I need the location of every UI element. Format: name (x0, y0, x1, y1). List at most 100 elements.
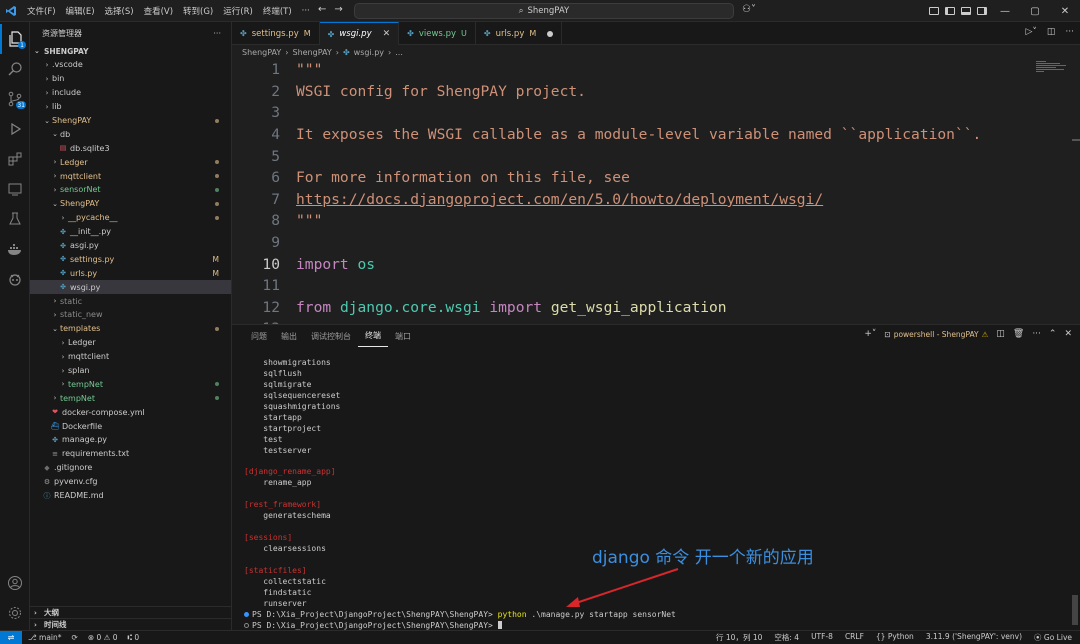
panel-tab[interactable]: 调试控制台 (304, 325, 358, 347)
terminal-scrollbar[interactable] (1072, 595, 1078, 625)
explorer-icon[interactable]: 1 (0, 24, 30, 54)
folder-item[interactable]: › Ledger (30, 336, 231, 350)
folder-item[interactable]: › Ledger (30, 155, 231, 169)
problems-status[interactable]: ⊗ 0 ⚠ 0 (88, 633, 118, 642)
settings-gear-icon[interactable] (0, 598, 30, 628)
minimap[interactable] (1036, 61, 1070, 73)
file-item[interactable]: ✤ manage.py (30, 433, 231, 447)
folder-item[interactable]: › __pycache__ (30, 211, 231, 225)
outline-section[interactable]: › 大纲 (30, 606, 232, 618)
tab-settings-py[interactable]: ✤ settings.py M (232, 22, 320, 45)
folder-item[interactable]: › mqttclient (30, 169, 231, 183)
editor-scrollbar[interactable] (1072, 139, 1080, 141)
file-item[interactable]: ≡ requirements.txt (30, 447, 231, 461)
code-token[interactable]: https://docs.djangoproject.com/en/5.0/ho… (296, 191, 823, 208)
close-window-button[interactable]: ✕ (1050, 0, 1080, 22)
menu-item[interactable]: 终端(T) (258, 5, 297, 17)
close-tab-icon[interactable]: ✕ (383, 29, 391, 39)
unsaved-dot-icon[interactable] (547, 30, 554, 37)
indentation[interactable]: 空格: 4 (774, 632, 799, 643)
account-icon[interactable] (0, 568, 30, 598)
close-panel-icon[interactable]: ✕ (1064, 329, 1072, 339)
go-live-button[interactable]: ⦿ Go Live (1034, 632, 1072, 643)
branch-status[interactable]: ⎇ main* (28, 633, 62, 642)
folder-item[interactable]: › .vscode (30, 58, 231, 72)
minimize-button[interactable]: — (990, 0, 1020, 22)
folder-item[interactable]: › tempNet (30, 391, 231, 405)
file-item[interactable]: ✤ urls.py M (30, 266, 231, 280)
file-item[interactable]: ✤ wsgi.py (30, 280, 231, 295)
breadcrumb-item[interactable]: ShengPAY (292, 48, 331, 57)
python-interpreter[interactable]: 3.11.9 ('ShengPAY': venv) (926, 632, 1022, 643)
menu-item[interactable]: 运行(R) (218, 5, 258, 17)
encoding[interactable]: UTF-8 (811, 632, 833, 643)
menu-item[interactable]: 选择(S) (100, 5, 139, 17)
copilot-chat-icon[interactable] (0, 264, 30, 294)
folder-item[interactable]: › splan (30, 364, 231, 378)
menu-item[interactable]: 编辑(E) (61, 5, 100, 17)
folder-item[interactable]: › bin (30, 72, 231, 86)
folder-item[interactable]: › static_new (30, 308, 231, 322)
maximize-panel-icon[interactable]: ⌃ (1049, 329, 1057, 339)
breadcrumb-item[interactable]: ... (395, 48, 403, 57)
timeline-section[interactable]: › 时间线 (30, 618, 232, 630)
panel-tab[interactable]: 问题 (244, 325, 274, 347)
kill-terminal-icon[interactable]: 🗑 (1013, 329, 1024, 339)
copilot-icon[interactable]: ⚇˅ (742, 4, 756, 15)
file-item[interactable]: ▤ db.sqlite3 (30, 141, 231, 155)
source-control-icon[interactable]: 31 (0, 84, 30, 114)
tab-wsgi-py[interactable]: ✤ wsgi.py ✕ (319, 22, 400, 45)
file-item[interactable]: ◆ .gitignore (30, 461, 231, 475)
testing-icon[interactable] (0, 204, 30, 234)
customize-layout-icon[interactable] (926, 0, 942, 22)
menu-item[interactable]: 查看(V) (139, 5, 178, 17)
back-arrow-icon[interactable]: ← (318, 4, 326, 15)
breadcrumb-item[interactable]: ShengPAY (242, 48, 281, 57)
toggle-panel-icon[interactable] (958, 0, 974, 22)
panel-more-icon[interactable]: ··· (1032, 329, 1041, 339)
menu-item[interactable]: 转到(G) (178, 5, 218, 17)
toggle-secondary-sidebar-icon[interactable] (974, 0, 990, 22)
file-item[interactable]: ✤ asgi.py (30, 239, 231, 253)
menu-item[interactable]: 文件(F) (22, 5, 61, 17)
file-item[interactable]: ✤ settings.py M (30, 252, 231, 266)
file-item[interactable]: ⛴ Dockerfile (30, 419, 231, 433)
command-center-search[interactable]: ⌕ ShengPAY (354, 3, 734, 19)
editor-more-icon[interactable]: ··· (1065, 27, 1074, 37)
restore-button[interactable]: ▢ (1020, 0, 1050, 22)
extensions-icon[interactable] (0, 144, 30, 174)
remote-indicator-icon[interactable]: ⇌ (0, 630, 22, 644)
panel-tab[interactable]: 终端 (358, 325, 388, 347)
folder-item[interactable]: › mqttclient (30, 350, 231, 364)
tab-urls-py[interactable]: ✤ urls.py M (476, 22, 563, 45)
folder-item[interactable]: › tempNet (30, 377, 231, 391)
panel-tab[interactable]: 输出 (274, 325, 304, 347)
more-actions-icon[interactable]: ··· (213, 29, 221, 38)
sync-icon[interactable]: ⟳ (72, 633, 78, 642)
file-item[interactable]: ❤ docker-compose.yml (30, 405, 231, 419)
file-item[interactable]: ✤ __init__.py (30, 225, 231, 239)
file-item[interactable]: ⚙ pyvenv.cfg (30, 475, 231, 489)
split-editor-icon[interactable]: ◫ (1047, 27, 1056, 37)
folder-item[interactable]: ⌄ ShengPAY (30, 197, 231, 211)
terminal-selector[interactable]: ⊡ powershell - ShengPAY ⚠ (884, 330, 988, 339)
workspace-root[interactable]: ⌄ SHENGPAY (30, 44, 231, 58)
run-python-icon[interactable]: ▷˅ (1025, 27, 1036, 37)
folder-item[interactable]: › sensorNet (30, 183, 231, 197)
breadcrumb-item[interactable]: wsgi.py (354, 48, 384, 57)
panel-tab[interactable]: 端口 (388, 325, 418, 347)
line-ending[interactable]: CRLF (845, 632, 864, 643)
search-icon[interactable] (0, 54, 30, 84)
menu-item[interactable]: ··· (297, 6, 315, 16)
folder-item[interactable]: › lib (30, 100, 231, 114)
file-item[interactable]: ⓘ README.md (30, 489, 231, 503)
run-debug-icon[interactable] (0, 114, 30, 144)
split-terminal-icon[interactable]: ◫ (996, 329, 1005, 339)
folder-item[interactable]: ⌄ templates (30, 322, 231, 336)
language-mode[interactable]: {} Python (876, 632, 914, 643)
cursor-position[interactable]: 行 10，列 10 (716, 632, 762, 643)
toggle-sidebar-icon[interactable] (942, 0, 958, 22)
docker-icon[interactable] (0, 234, 30, 264)
forward-arrow-icon[interactable]: → (334, 4, 342, 15)
folder-item[interactable]: ⌄ ShengPAY (30, 114, 231, 128)
